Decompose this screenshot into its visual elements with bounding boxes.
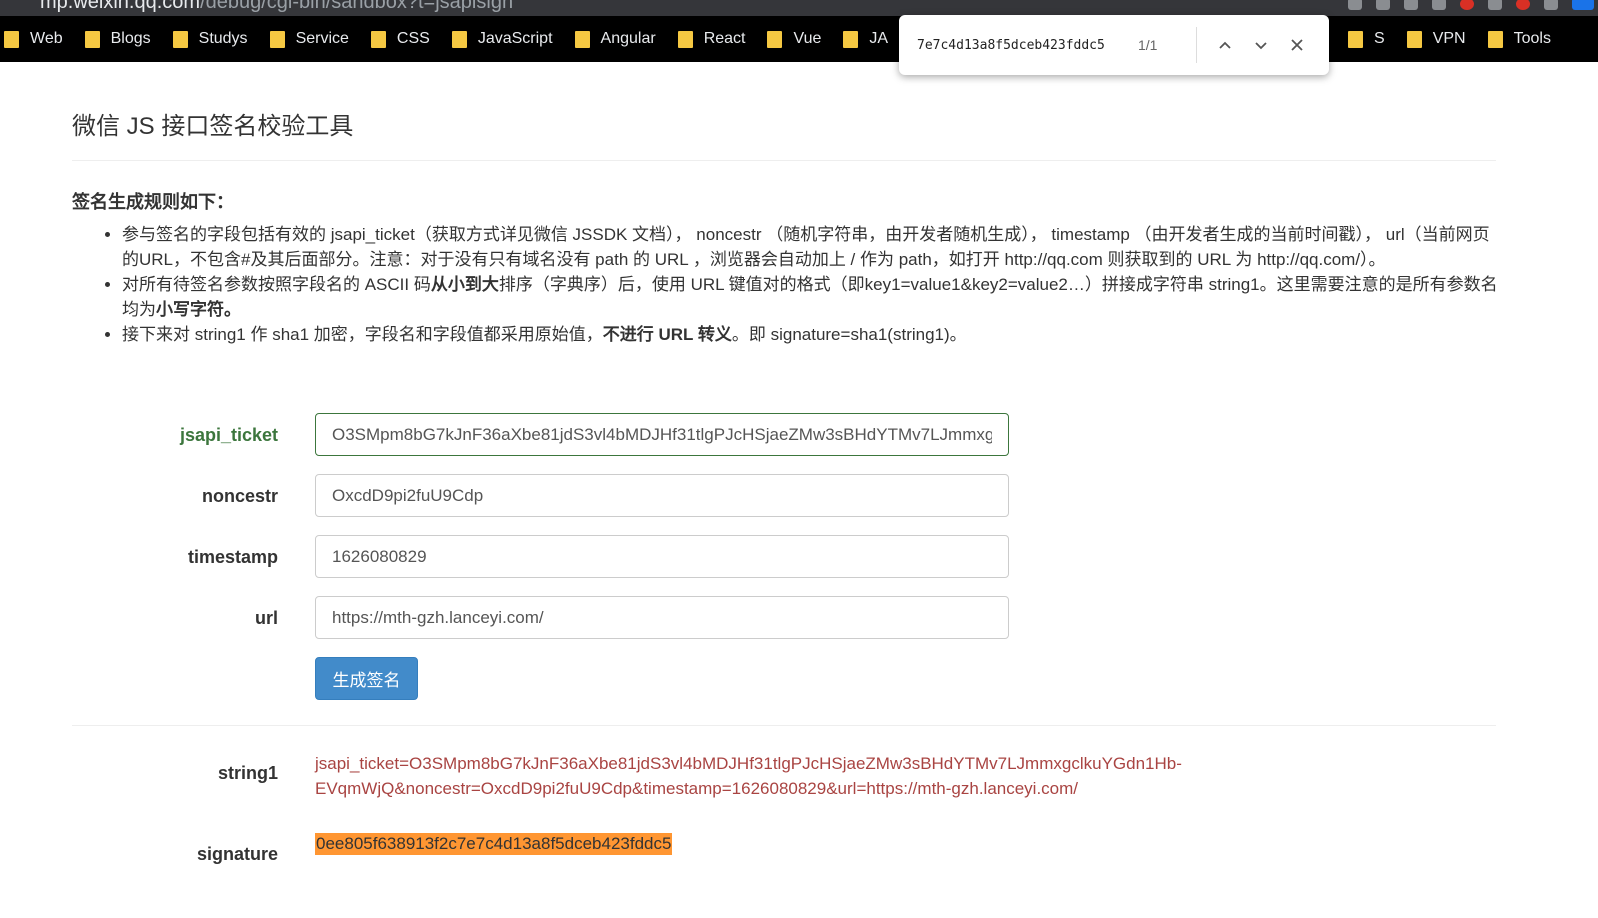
extension-icons <box>1348 0 1598 14</box>
chevron-up-icon <box>1219 41 1231 49</box>
bookmark-label: VPN <box>1432 30 1466 47</box>
folder-icon <box>574 30 590 48</box>
find-next-button[interactable] <box>1243 27 1279 63</box>
folder-icon <box>1406 30 1422 48</box>
bookmark-label: S <box>1374 30 1385 47</box>
rule-item: 接下来对 string1 作 sha1 加密，字段名和字段值都采用原始值，不进行… <box>122 322 1500 347</box>
bookmark-angular[interactable]: Angular <box>574 16 678 62</box>
bookmark-label: Blogs <box>110 30 151 47</box>
extension-icon[interactable] <box>1432 0 1446 10</box>
signature-value: 0ee805f638913f2c7e7c4d13a8f5dceb423fddc5 <box>315 833 673 855</box>
browser-address-bar[interactable]: mp.weixin.qq.com/debug/cgi-bin/sandbox?t… <box>0 0 1598 16</box>
bookmark-vpn[interactable]: VPN <box>1406 16 1488 62</box>
find-bar: 7e7c4d13a8f5dceb423fddc5 1/1 <box>899 15 1329 75</box>
rule-item: 参与签名的字段包括有效的 jsapi_ticket（获取方式详见微信 JSSDK… <box>122 222 1500 272</box>
bookmark-label: Studys <box>198 30 248 47</box>
folder-icon <box>172 30 188 48</box>
find-match-count: 1/1 <box>1138 37 1158 53</box>
find-previous-button[interactable] <box>1207 27 1243 63</box>
bookmark-javascript[interactable]: JavaScript <box>451 16 575 62</box>
noncestr-label: noncestr <box>201 486 278 506</box>
bookmark-css[interactable]: CSS <box>370 16 452 62</box>
form-row-timestamp: timestamp <box>0 535 1598 579</box>
bookmark-label: Angular <box>600 30 656 47</box>
folder-icon <box>84 30 100 48</box>
bookmark-label: CSS <box>396 30 430 47</box>
adblock-icon[interactable] <box>1460 0 1474 10</box>
noncestr-input[interactable] <box>315 474 1009 517</box>
bookmark-s[interactable]: S <box>1348 16 1407 62</box>
rules-heading: 签名生成规则如下： <box>72 192 234 212</box>
url-label: url <box>254 608 278 628</box>
divider <box>72 160 1496 161</box>
bookmark-label: Service <box>295 30 349 47</box>
folder-icon <box>767 30 783 48</box>
timestamp-input[interactable] <box>315 535 1009 578</box>
find-input[interactable]: 7e7c4d13a8f5dceb423fddc5 <box>917 38 1129 53</box>
bookmark-react[interactable]: React <box>677 16 768 62</box>
address-url[interactable]: mp.weixin.qq.com/debug/cgi-bin/sandbox?t… <box>40 0 513 14</box>
find-divider <box>1196 27 1197 63</box>
form-row-url: url <box>0 596 1598 640</box>
bookmark-service[interactable]: Service <box>269 16 371 62</box>
jsapi-ticket-label: jsapi_ticket <box>179 425 278 445</box>
bookmark-label: JavaScript <box>477 30 553 47</box>
bookmark-studys[interactable]: Studys <box>172 16 270 62</box>
folder-icon <box>1487 30 1503 48</box>
bookmark-web[interactable]: Web <box>4 16 85 62</box>
folder-icon <box>677 30 693 48</box>
url-input[interactable] <box>315 596 1009 639</box>
glasses-icon[interactable] <box>1488 0 1502 10</box>
folder-icon <box>370 30 386 48</box>
form-row-noncestr: noncestr <box>0 474 1598 518</box>
bookmark-label: Tools <box>1513 30 1551 47</box>
bookmark-label: React <box>703 30 746 47</box>
folder-icon <box>1348 30 1364 48</box>
string1-label: string1 <box>217 763 278 783</box>
bookmarks-bar: Web Blogs Studys Service CSS JavaScript Angula… <box>0 16 1598 62</box>
divider <box>72 725 1496 726</box>
bookmark-vue[interactable]: Vue <box>767 16 843 62</box>
timestamp-label: timestamp <box>187 547 278 567</box>
bookmark-label: Web <box>30 30 63 47</box>
bookmark-label: JA <box>869 30 889 47</box>
jsapi-ticket-input[interactable] <box>315 413 1009 456</box>
form-row-jsapi-ticket: jsapi_ticket <box>0 413 1598 457</box>
rules-list: 参与签名的字段包括有效的 jsapi_ticket（获取方式详见微信 JSSDK… <box>100 222 1500 347</box>
star-icon[interactable] <box>1404 0 1418 10</box>
profile-icon[interactable] <box>1572 0 1594 10</box>
folder-icon <box>843 30 859 48</box>
bookmark-blogs[interactable]: Blogs <box>84 16 173 62</box>
folder-icon <box>4 30 19 48</box>
string1-value: jsapi_ticket=O3SMpm8bG7kJnF36aXbe81jdS3v… <box>315 754 1182 798</box>
screenshot-icon[interactable] <box>1348 0 1362 10</box>
generate-signature-button[interactable]: 生成签名 <box>315 657 418 700</box>
close-icon <box>1291 39 1303 51</box>
puzzle-icon[interactable] <box>1544 0 1558 10</box>
folder-icon <box>451 30 467 48</box>
rule-item: 对所有待签名参数按照字段名的 ASCII 码从小到大排序（字典序）后，使用 UR… <box>122 272 1500 322</box>
translate-icon[interactable] <box>1376 0 1390 10</box>
bookmark-tools[interactable]: Tools <box>1487 16 1573 62</box>
find-close-button[interactable] <box>1279 27 1315 63</box>
chevron-down-icon <box>1255 42 1267 50</box>
page-title: 微信 JS 接口签名校验工具 <box>72 113 354 140</box>
folder-icon <box>269 30 285 48</box>
signature-label: signature <box>196 844 278 864</box>
pdf-icon[interactable] <box>1516 0 1530 10</box>
bookmark-label: Vue <box>793 30 822 47</box>
